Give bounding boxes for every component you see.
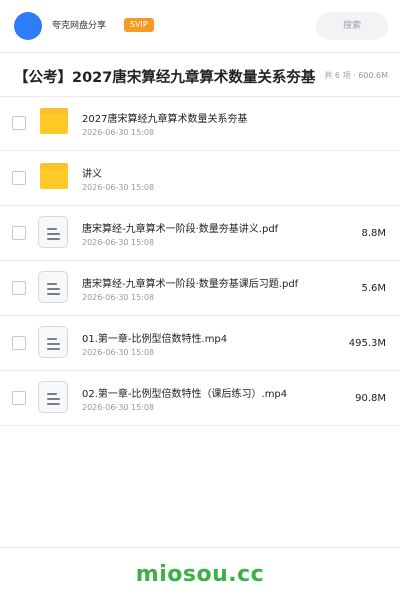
file-date: 2026-06-30 15:08 bbox=[82, 348, 155, 357]
select-checkbox[interactable] bbox=[12, 171, 26, 185]
select-checkbox[interactable] bbox=[12, 281, 26, 295]
footer: miosou.cc bbox=[0, 547, 400, 601]
share-meta: 共 6 项 · 600.6M bbox=[324, 71, 388, 80]
top-header: 夸克网盘分享 SVIP 搜索 bbox=[0, 0, 400, 53]
file-size: 495.3M bbox=[348, 338, 386, 349]
share-title-bar: 【公考】2027唐宋算经九章算术数量关系夯基 共 6 项 · 600.6M bbox=[0, 52, 400, 97]
file-row[interactable]: 02.第一章-比例型倍数特性（课后练习）.mp4 2026-06-30 15:0… bbox=[0, 371, 400, 426]
select-checkbox[interactable] bbox=[12, 226, 26, 240]
file-date: 2026-06-30 15:08 bbox=[82, 403, 155, 412]
file-name[interactable]: 唐宋算经-九章算术一阶段·数量夯基讲义.pdf bbox=[82, 220, 278, 235]
select-checkbox[interactable] bbox=[12, 336, 26, 350]
select-checkbox[interactable] bbox=[12, 391, 26, 405]
file-row[interactable]: 01.第一章-比例型倍数特性.mp4 2026-06-30 15:08 495.… bbox=[0, 316, 400, 371]
brand-name: 夸克网盘分享 bbox=[52, 21, 107, 31]
file-row[interactable]: 唐宋算经-九章算术一阶段·数量夯基讲义.pdf 2026-06-30 15:08… bbox=[0, 206, 400, 261]
file-size: 8.8M bbox=[361, 228, 386, 239]
file-name[interactable]: 唐宋算经-九章算术一阶段·数量夯基课后习题.pdf bbox=[82, 275, 298, 290]
file-date: 2026-06-30 15:08 bbox=[82, 128, 155, 137]
document-icon bbox=[38, 216, 68, 248]
select-checkbox[interactable] bbox=[12, 116, 26, 130]
file-size: 5.6M bbox=[361, 283, 386, 294]
file-size: 90.8M bbox=[355, 393, 386, 404]
search-input[interactable]: 搜索 bbox=[316, 12, 388, 40]
file-date: 2026-06-30 15:08 bbox=[82, 238, 155, 247]
svip-badge[interactable]: SVIP bbox=[124, 18, 154, 32]
file-row[interactable]: 唐宋算经-九章算术一阶段·数量夯基课后习题.pdf 2026-06-30 15:… bbox=[0, 261, 400, 316]
file-row[interactable]: 2027唐宋算经九章算术数量关系夯基 2026-06-30 15:08 bbox=[0, 96, 400, 151]
document-icon bbox=[38, 271, 68, 303]
file-name[interactable]: 02.第一章-比例型倍数特性（课后练习）.mp4 bbox=[82, 385, 287, 400]
watermark: miosou.cc bbox=[135, 562, 265, 587]
file-row[interactable]: 讲义 2026-06-30 15:08 bbox=[0, 151, 400, 206]
file-date: 2026-06-30 15:08 bbox=[82, 183, 155, 192]
avatar[interactable] bbox=[14, 12, 42, 40]
file-name[interactable]: 讲义 bbox=[82, 165, 102, 180]
document-icon bbox=[38, 326, 68, 358]
folder-icon bbox=[40, 108, 68, 134]
file-list: 2027唐宋算经九章算术数量关系夯基 2026-06-30 15:08 讲义 2… bbox=[0, 96, 400, 426]
file-name[interactable]: 01.第一章-比例型倍数特性.mp4 bbox=[82, 330, 227, 345]
file-name[interactable]: 2027唐宋算经九章算术数量关系夯基 bbox=[82, 110, 247, 125]
document-icon bbox=[38, 381, 68, 413]
file-date: 2026-06-30 15:08 bbox=[82, 293, 155, 302]
folder-icon bbox=[40, 163, 68, 189]
page-title: 【公考】2027唐宋算经九章算术数量关系夯基 bbox=[14, 70, 316, 86]
